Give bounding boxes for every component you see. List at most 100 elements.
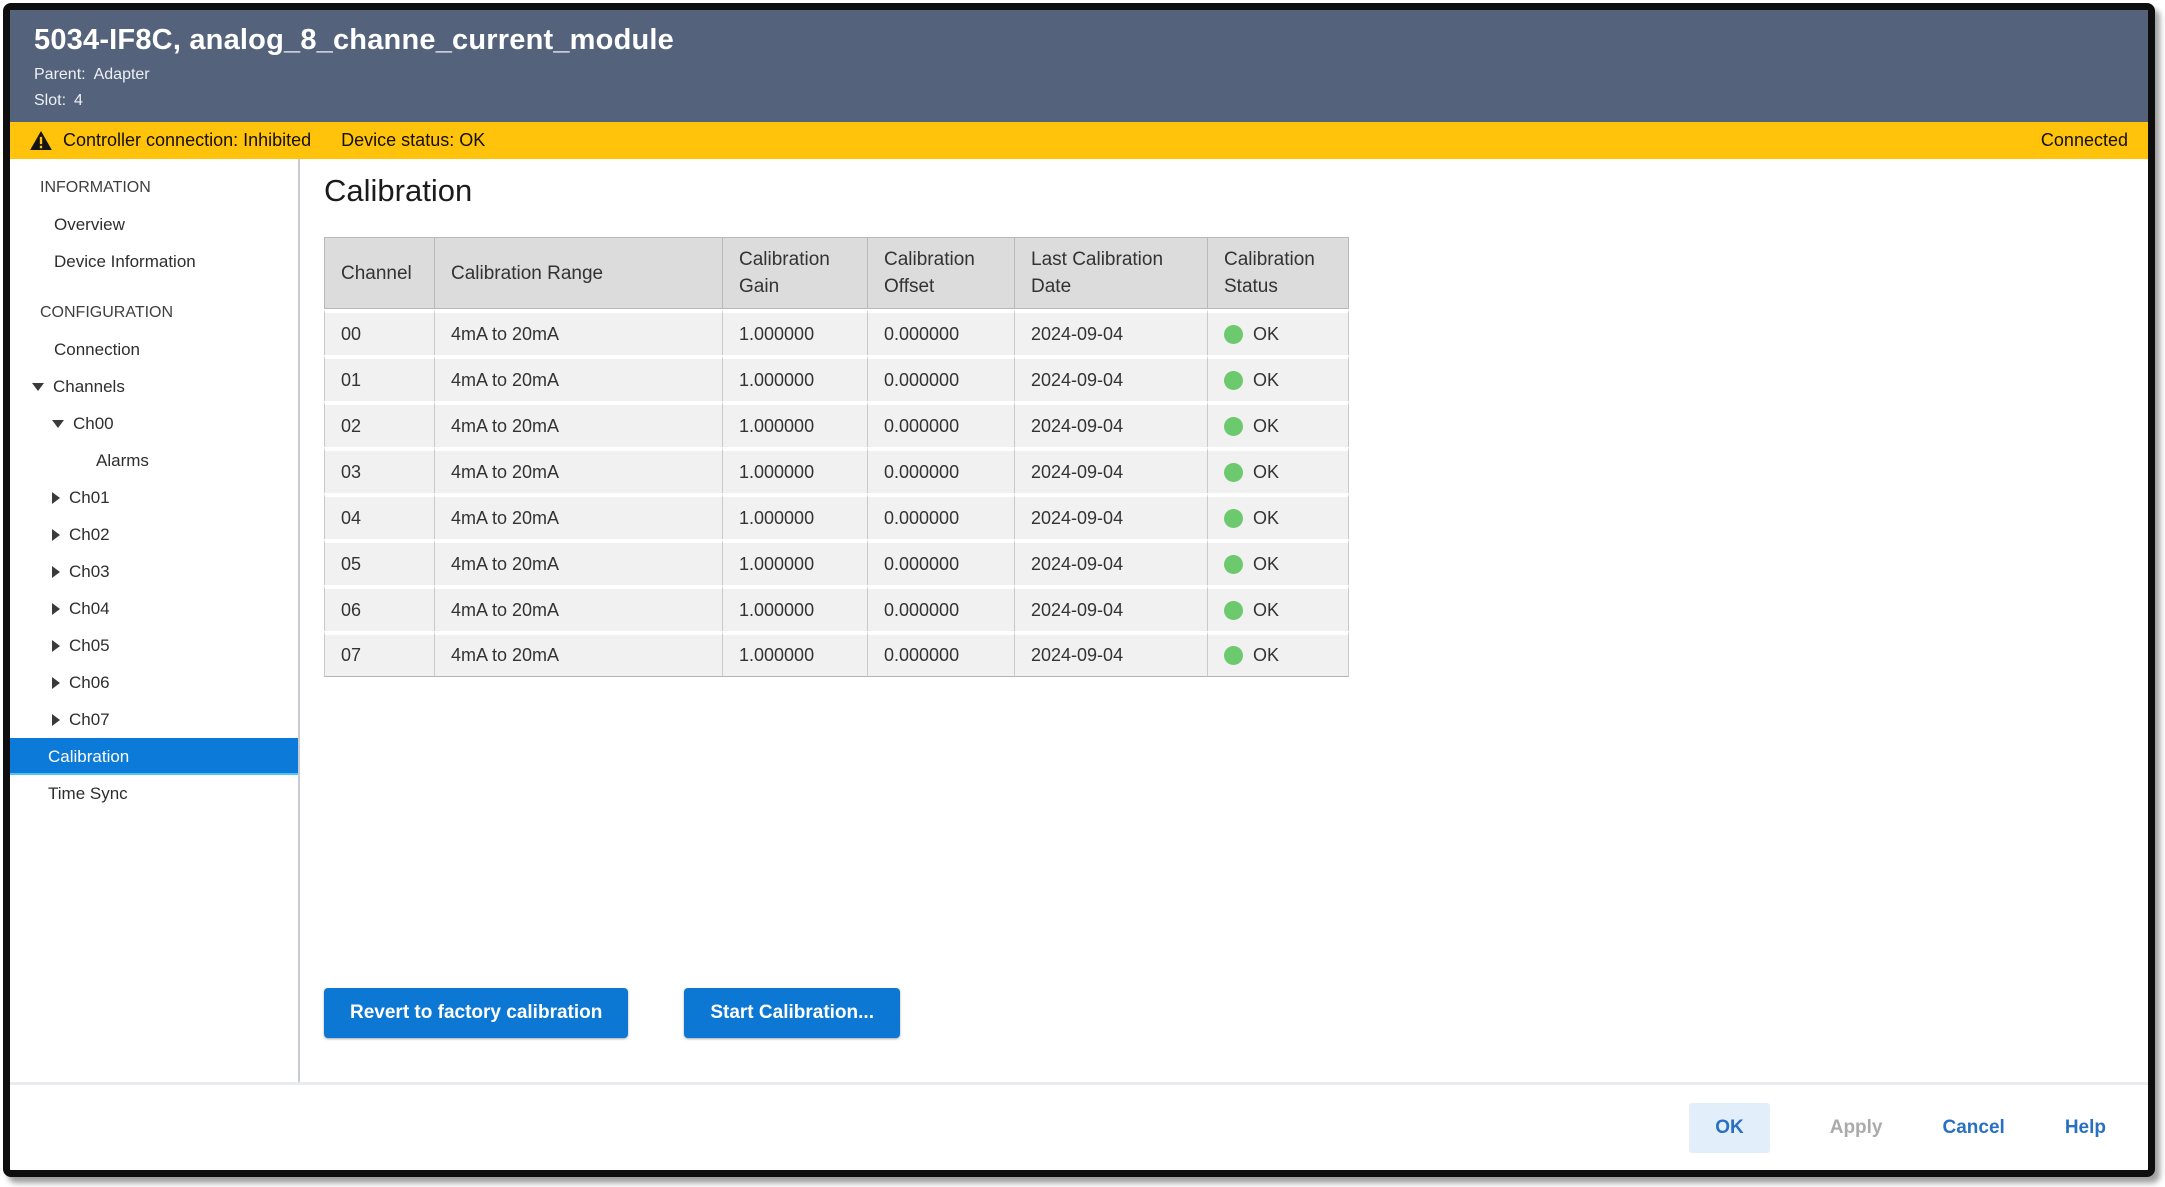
col-header-gain: Calibration Gain bbox=[722, 237, 867, 309]
cell-offset: 0.000000 bbox=[867, 309, 1014, 355]
cell-date: 2024-09-04 bbox=[1014, 539, 1207, 585]
cell-status: OK bbox=[1207, 309, 1349, 355]
table-row: 00 4mA to 20mA 1.000000 0.000000 2024-09… bbox=[324, 309, 1349, 355]
slot-value: 4 bbox=[74, 92, 83, 109]
sidebar-item-ch05[interactable]: Ch05 bbox=[10, 627, 298, 664]
chevron-right-icon[interactable] bbox=[52, 640, 60, 652]
start-calibration-button[interactable]: Start Calibration... bbox=[684, 988, 900, 1038]
status-ok-icon bbox=[1224, 646, 1243, 665]
connection-state: Connected bbox=[2041, 130, 2128, 151]
cell-date: 2024-09-04 bbox=[1014, 401, 1207, 447]
col-header-range: Calibration Range bbox=[434, 237, 722, 309]
status-ok-icon bbox=[1224, 601, 1243, 620]
chevron-right-icon[interactable] bbox=[52, 492, 60, 504]
chevron-right-icon[interactable] bbox=[52, 529, 60, 541]
cell-gain: 1.000000 bbox=[722, 539, 867, 585]
apply-button[interactable]: Apply bbox=[1830, 1117, 1883, 1139]
cell-gain: 1.000000 bbox=[722, 355, 867, 401]
section-title: Calibration bbox=[324, 173, 2148, 209]
parent-label: Parent: bbox=[34, 66, 86, 83]
table-row: 03 4mA to 20mA 1.000000 0.000000 2024-09… bbox=[324, 447, 1349, 493]
warning-icon bbox=[30, 131, 52, 150]
cell-channel: 06 bbox=[324, 585, 434, 631]
cell-offset: 0.000000 bbox=[867, 539, 1014, 585]
sidebar-item-ch02[interactable]: Ch02 bbox=[10, 516, 298, 553]
sidebar-item-ch07[interactable]: Ch07 bbox=[10, 701, 298, 738]
sidebar-item-ch06[interactable]: Ch06 bbox=[10, 664, 298, 701]
device-profile-window: 5034-IF8C, analog_8_channe_current_modul… bbox=[3, 3, 2155, 1177]
cell-range: 4mA to 20mA bbox=[434, 355, 722, 401]
cell-status: OK bbox=[1207, 585, 1349, 631]
table-row: 07 4mA to 20mA 1.000000 0.000000 2024-09… bbox=[324, 631, 1349, 677]
page-title: 5034-IF8C, analog_8_channe_current_modul… bbox=[34, 20, 2148, 60]
sidebar-item-ch01[interactable]: Ch01 bbox=[10, 479, 298, 516]
chevron-right-icon[interactable] bbox=[52, 566, 60, 578]
col-header-channel: Channel bbox=[324, 237, 434, 309]
cell-range: 4mA to 20mA bbox=[434, 493, 722, 539]
cell-gain: 1.000000 bbox=[722, 447, 867, 493]
main-content: Calibration Channel Calibration Range Ca… bbox=[300, 159, 2148, 1082]
cell-channel: 02 bbox=[324, 401, 434, 447]
cell-range: 4mA to 20mA bbox=[434, 401, 722, 447]
chevron-down-icon[interactable] bbox=[52, 420, 64, 428]
sidebar-item-ch04[interactable]: Ch04 bbox=[10, 590, 298, 627]
sidebar-item-ch00[interactable]: Ch00 bbox=[10, 405, 298, 442]
cell-status: OK bbox=[1207, 355, 1349, 401]
cell-date: 2024-09-04 bbox=[1014, 355, 1207, 401]
sidebar-item-alarms[interactable]: Alarms bbox=[10, 442, 298, 479]
col-header-date: Last Calibration Date bbox=[1014, 237, 1207, 309]
cell-offset: 0.000000 bbox=[867, 401, 1014, 447]
table-row: 06 4mA to 20mA 1.000000 0.000000 2024-09… bbox=[324, 585, 1349, 631]
cell-date: 2024-09-04 bbox=[1014, 585, 1207, 631]
chevron-down-icon[interactable] bbox=[32, 383, 44, 391]
status-ok-icon bbox=[1224, 463, 1243, 482]
cell-channel: 04 bbox=[324, 493, 434, 539]
controller-connection-status: Controller connection: Inhibited bbox=[63, 130, 311, 151]
sidebar-section-configuration: CONFIGURATION bbox=[10, 294, 298, 331]
calibration-actions: Revert to factory calibration Start Cali… bbox=[324, 988, 900, 1038]
slot-line: Slot: 4 bbox=[34, 89, 2148, 112]
sidebar-item-connection[interactable]: Connection bbox=[10, 331, 298, 368]
cancel-button[interactable]: Cancel bbox=[1943, 1117, 2005, 1139]
help-button[interactable]: Help bbox=[2065, 1117, 2106, 1139]
cell-date: 2024-09-04 bbox=[1014, 631, 1207, 677]
cell-offset: 0.000000 bbox=[867, 585, 1014, 631]
sidebar-item-calibration[interactable]: Calibration bbox=[10, 738, 298, 775]
header: 5034-IF8C, analog_8_channe_current_modul… bbox=[10, 10, 2148, 122]
cell-gain: 1.000000 bbox=[722, 401, 867, 447]
chevron-right-icon[interactable] bbox=[52, 677, 60, 689]
cell-date: 2024-09-04 bbox=[1014, 309, 1207, 355]
status-ok-icon bbox=[1224, 509, 1243, 528]
parent-line: Parent:Adapter bbox=[34, 63, 2148, 86]
sidebar-item-ch03[interactable]: Ch03 bbox=[10, 553, 298, 590]
status-ok-icon bbox=[1224, 555, 1243, 574]
device-status: Device status: OK bbox=[341, 130, 485, 151]
sidebar-item-overview[interactable]: Overview bbox=[10, 206, 298, 243]
sidebar-item-channels[interactable]: Channels bbox=[10, 368, 298, 405]
sidebar-section-information: INFORMATION bbox=[10, 169, 298, 206]
cell-status: OK bbox=[1207, 447, 1349, 493]
table-row: 04 4mA to 20mA 1.000000 0.000000 2024-09… bbox=[324, 493, 1349, 539]
cell-status: OK bbox=[1207, 539, 1349, 585]
cell-status: OK bbox=[1207, 493, 1349, 539]
cell-channel: 07 bbox=[324, 631, 434, 677]
cell-gain: 1.000000 bbox=[722, 631, 867, 677]
cell-offset: 0.000000 bbox=[867, 355, 1014, 401]
cell-channel: 03 bbox=[324, 447, 434, 493]
cell-range: 4mA to 20mA bbox=[434, 539, 722, 585]
sidebar-item-time-sync[interactable]: Time Sync bbox=[10, 775, 298, 812]
table-header-row: Channel Calibration Range Calibration Ga… bbox=[324, 237, 1349, 309]
cell-range: 4mA to 20mA bbox=[434, 631, 722, 677]
sidebar-item-device-information[interactable]: Device Information bbox=[10, 243, 298, 280]
cell-gain: 1.000000 bbox=[722, 493, 867, 539]
cell-date: 2024-09-04 bbox=[1014, 447, 1207, 493]
cell-offset: 0.000000 bbox=[867, 631, 1014, 677]
cell-gain: 1.000000 bbox=[722, 309, 867, 355]
ok-button[interactable]: OK bbox=[1689, 1103, 1770, 1153]
cell-channel: 05 bbox=[324, 539, 434, 585]
slot-label: Slot: bbox=[34, 92, 66, 109]
chevron-right-icon[interactable] bbox=[52, 714, 60, 726]
col-header-offset: Calibration Offset bbox=[867, 237, 1014, 309]
revert-factory-calibration-button[interactable]: Revert to factory calibration bbox=[324, 988, 628, 1038]
chevron-right-icon[interactable] bbox=[52, 603, 60, 615]
